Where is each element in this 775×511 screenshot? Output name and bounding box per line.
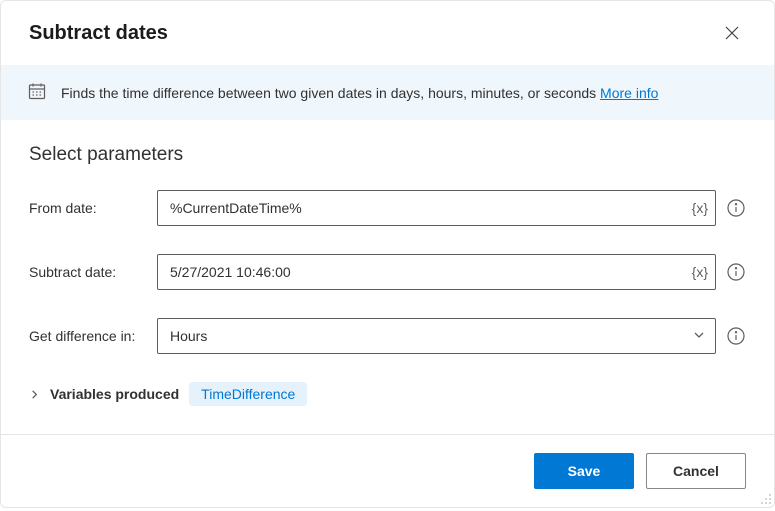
subtract-date-help[interactable] [726, 262, 746, 282]
expand-variables-toggle[interactable] [29, 389, 40, 400]
dialog-title: Subtract dates [29, 22, 168, 45]
get-difference-value: Hours [170, 328, 207, 344]
chevron-down-icon [693, 328, 705, 344]
from-date-input[interactable] [157, 190, 716, 226]
info-banner: Finds the time difference between two gi… [1, 65, 774, 120]
close-icon [725, 26, 739, 40]
from-date-help[interactable] [726, 198, 746, 218]
info-icon [727, 199, 745, 217]
get-difference-label: Get difference in: [29, 328, 157, 344]
banner-description: Finds the time difference between two gi… [61, 85, 600, 101]
resize-grip-icon [759, 492, 773, 506]
param-row-subtract-date: Subtract date: {x} [29, 254, 746, 290]
chevron-right-icon [29, 389, 40, 400]
variables-produced-row: Variables produced TimeDifference [29, 382, 746, 406]
variable-token-button[interactable]: {x} [692, 264, 708, 280]
dialog-header: Subtract dates [1, 1, 774, 65]
param-row-from-date: From date: {x} [29, 190, 746, 226]
param-row-get-difference: Get difference in: Hours [29, 318, 746, 354]
section-title: Select parameters [29, 144, 746, 166]
variable-token-button[interactable]: {x} [692, 200, 708, 216]
info-icon [727, 327, 745, 345]
from-date-input-wrap: {x} [157, 190, 716, 226]
variables-produced-label: Variables produced [50, 386, 179, 402]
get-difference-select-wrap: Hours [157, 318, 716, 354]
save-button[interactable]: Save [534, 453, 634, 489]
subtract-date-input[interactable] [157, 254, 716, 290]
get-difference-help[interactable] [726, 326, 746, 346]
dialog-body: Select parameters From date: {x} Subtrac… [1, 120, 774, 434]
cancel-button[interactable]: Cancel [646, 453, 746, 489]
calendar-icon [27, 81, 47, 104]
dialog-footer: Save Cancel [1, 434, 774, 507]
close-button[interactable] [718, 19, 746, 47]
subtract-date-label: Subtract date: [29, 264, 157, 280]
banner-text: Finds the time difference between two gi… [61, 85, 658, 101]
subtract-dates-dialog: Subtract dates Finds the time difference… [0, 0, 775, 508]
get-difference-select[interactable]: Hours [157, 318, 716, 354]
info-icon [727, 263, 745, 281]
from-date-label: From date: [29, 200, 157, 216]
subtract-date-input-wrap: {x} [157, 254, 716, 290]
variable-chip-timedifference[interactable]: TimeDifference [189, 382, 307, 406]
resize-grip[interactable] [759, 492, 773, 506]
more-info-link[interactable]: More info [600, 85, 658, 101]
